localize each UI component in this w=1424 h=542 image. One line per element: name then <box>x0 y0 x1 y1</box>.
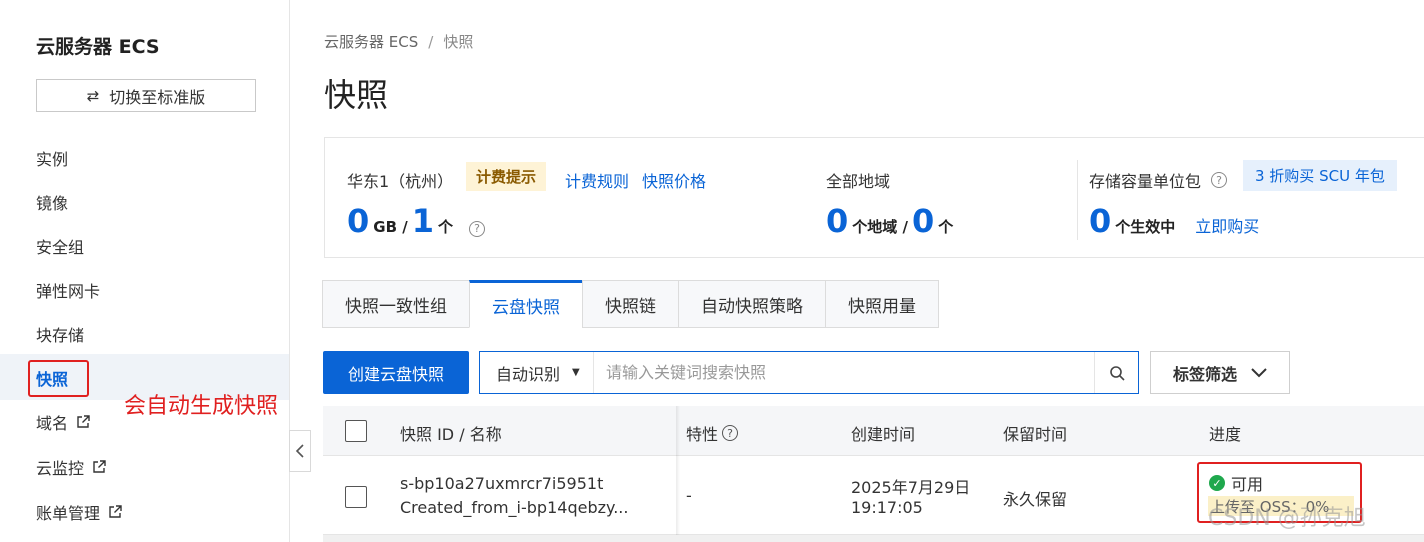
tab-disk-snapshot[interactable]: 云盘快照 <box>469 280 583 328</box>
page-title: 快照 <box>324 76 389 114</box>
column-header-progress: 进度 <box>1209 425 1242 444</box>
sidebar-item-label: 账单管理 <box>36 504 101 523</box>
scu-label: 存储容量单位包 <box>1089 172 1202 191</box>
sidebar-title: 云服务器 ECS <box>36 36 160 58</box>
region-usage-value: 0 GB / 1 个 ? <box>347 202 485 240</box>
switch-edition-label: 切换至标准版 <box>109 87 206 107</box>
column-header-feature-group: 特性 ? <box>686 421 739 445</box>
annotation-highlight-box <box>28 360 89 397</box>
snapshot-id-link[interactable]: s-bp10a27uxmrcr7i5951t <box>400 474 603 493</box>
sidebar-item-images[interactable]: 镜像 <box>36 190 68 214</box>
tab-bar: 快照一致性组 云盘快照 快照链 自动快照策略 快照用量 <box>322 280 939 328</box>
watermark: CSDN @孙克旭 <box>1208 506 1366 531</box>
row-checkbox[interactable] <box>345 486 367 508</box>
snapshot-retention: 永久保留 <box>1003 490 1068 509</box>
billing-rules-link[interactable]: 计费规则 <box>565 168 629 192</box>
sidebar-item-label: 域名 <box>36 414 69 433</box>
sidebar-item-label: 云监控 <box>36 459 85 478</box>
external-link-icon <box>93 460 106 473</box>
all-regions-count-number: 0 <box>911 202 935 240</box>
search-mode-select[interactable]: 自动识别 ▼ <box>480 352 594 393</box>
search-input[interactable] <box>594 352 1094 393</box>
sidebar: 云服务器 ECS ⇄ 切换至标准版 实例 镜像 安全组 弹性网卡 块存储 快照 … <box>0 0 290 542</box>
sidebar-item-label: 安全组 <box>36 238 85 257</box>
swap-icon: ⇄ <box>86 86 100 105</box>
tab-auto-snapshot-policy[interactable]: 自动快照策略 <box>678 280 826 328</box>
sidebar-item-billing[interactable]: 账单管理 <box>36 500 122 524</box>
collapse-sidebar-button[interactable] <box>289 430 311 472</box>
scu-value: 0 个生效中 立即购买 <box>1089 202 1259 240</box>
scu-unit: 个生效中 <box>1115 218 1176 236</box>
region-count-number: 1 <box>411 202 434 240</box>
help-icon[interactable]: ? <box>1211 172 1228 188</box>
external-link-icon <box>109 505 122 518</box>
sidebar-item-instances[interactable]: 实例 <box>36 146 68 170</box>
all-regions-count-unit: 个 <box>938 218 954 236</box>
snapshot-created-date: 2025年7月29日 <box>851 478 971 497</box>
tag-filter-button[interactable]: 标签筛选 <box>1150 351 1290 394</box>
tab-snapshot-chain[interactable]: 快照链 <box>582 280 679 328</box>
sidebar-item-label: 镜像 <box>36 194 69 213</box>
region-count-unit: 个 <box>437 218 453 236</box>
table-header: 快照 ID / 名称 特性 ? 创建时间 保留时间 进度 <box>323 406 1424 456</box>
sidebar-item-block-storage[interactable]: 块存储 <box>36 322 84 346</box>
annotation-text: 会自动生成快照 <box>124 394 279 419</box>
tab-consistency-group[interactable]: 快照一致性组 <box>322 280 470 328</box>
select-all-checkbox[interactable] <box>345 420 367 442</box>
switch-edition-button[interactable]: ⇄ 切换至标准版 <box>36 79 256 112</box>
create-disk-snapshot-button[interactable]: 创建云盘快照 <box>323 351 469 394</box>
all-regions-value: 0 个地域 / 0 个 <box>826 202 953 240</box>
billing-tip-badge[interactable]: 计费提示 <box>466 162 547 191</box>
scu-label-group: 存储容量单位包 ? <box>1089 168 1228 192</box>
search-button[interactable] <box>1094 352 1138 393</box>
tab-snapshot-usage[interactable]: 快照用量 <box>825 280 939 328</box>
column-header-retention: 保留时间 <box>1003 425 1068 444</box>
sidebar-item-cloud-monitor[interactable]: 云监控 <box>36 455 106 479</box>
search-icon <box>1109 365 1125 381</box>
all-regions-number: 0 <box>826 202 849 240</box>
breadcrumb-separator: / <box>428 33 434 51</box>
scu-promo-badge[interactable]: 3 折购买 SCU 年包 <box>1243 160 1397 191</box>
chevron-left-icon <box>295 444 304 458</box>
search-box: 自动识别 ▼ <box>479 351 1139 394</box>
all-regions-unit: 个地域 / <box>852 218 908 236</box>
column-header-feature: 特性 <box>686 425 719 444</box>
summary-divider <box>1077 160 1078 240</box>
snapshot-created-time: 19:17:05 <box>851 498 923 517</box>
column-header-created: 创建时间 <box>851 425 916 444</box>
snapshot-name: Created_from_i-bp14qebzy... <box>400 498 629 517</box>
sidebar-item-label: 弹性网卡 <box>36 282 101 301</box>
snapshot-feature: - <box>686 486 692 505</box>
tag-filter-label: 标签筛选 <box>1172 364 1237 384</box>
external-link-icon <box>77 415 90 428</box>
snapshot-price-link[interactable]: 快照价格 <box>642 168 706 192</box>
help-icon[interactable]: ? <box>469 220 485 237</box>
region-size-unit: GB / <box>373 218 408 236</box>
sidebar-item-label: 块存储 <box>36 326 85 345</box>
caret-down-icon: ▼ <box>572 367 580 378</box>
search-mode-label: 自动识别 <box>496 364 561 384</box>
buy-now-link[interactable]: 立即购买 <box>1195 213 1259 237</box>
breadcrumb: 云服务器 ECS / 快照 <box>324 31 473 52</box>
help-icon[interactable]: ? <box>722 425 739 441</box>
horizontal-scrollbar[interactable] <box>323 535 1424 542</box>
sidebar-item-security-groups[interactable]: 安全组 <box>36 234 84 258</box>
sidebar-item-domains[interactable]: 域名 <box>36 410 90 434</box>
breadcrumb-root[interactable]: 云服务器 ECS <box>324 33 418 51</box>
sidebar-item-label: 实例 <box>36 150 69 169</box>
region-label: 华东1（杭州） <box>347 172 454 191</box>
summary-card: 华东1（杭州） 计费提示 计费规则 快照价格 0 GB / 1 个 ? 全部地域… <box>324 137 1424 258</box>
breadcrumb-current: 快照 <box>443 33 474 51</box>
region-size-number: 0 <box>347 202 370 240</box>
column-header-id-name: 快照 ID / 名称 <box>400 425 502 444</box>
all-regions-label: 全部地域 <box>826 172 891 191</box>
sticky-column-shadow <box>676 406 680 542</box>
chevron-down-icon <box>1251 367 1267 377</box>
scu-number: 0 <box>1089 202 1112 240</box>
sidebar-item-eni[interactable]: 弹性网卡 <box>36 278 100 302</box>
